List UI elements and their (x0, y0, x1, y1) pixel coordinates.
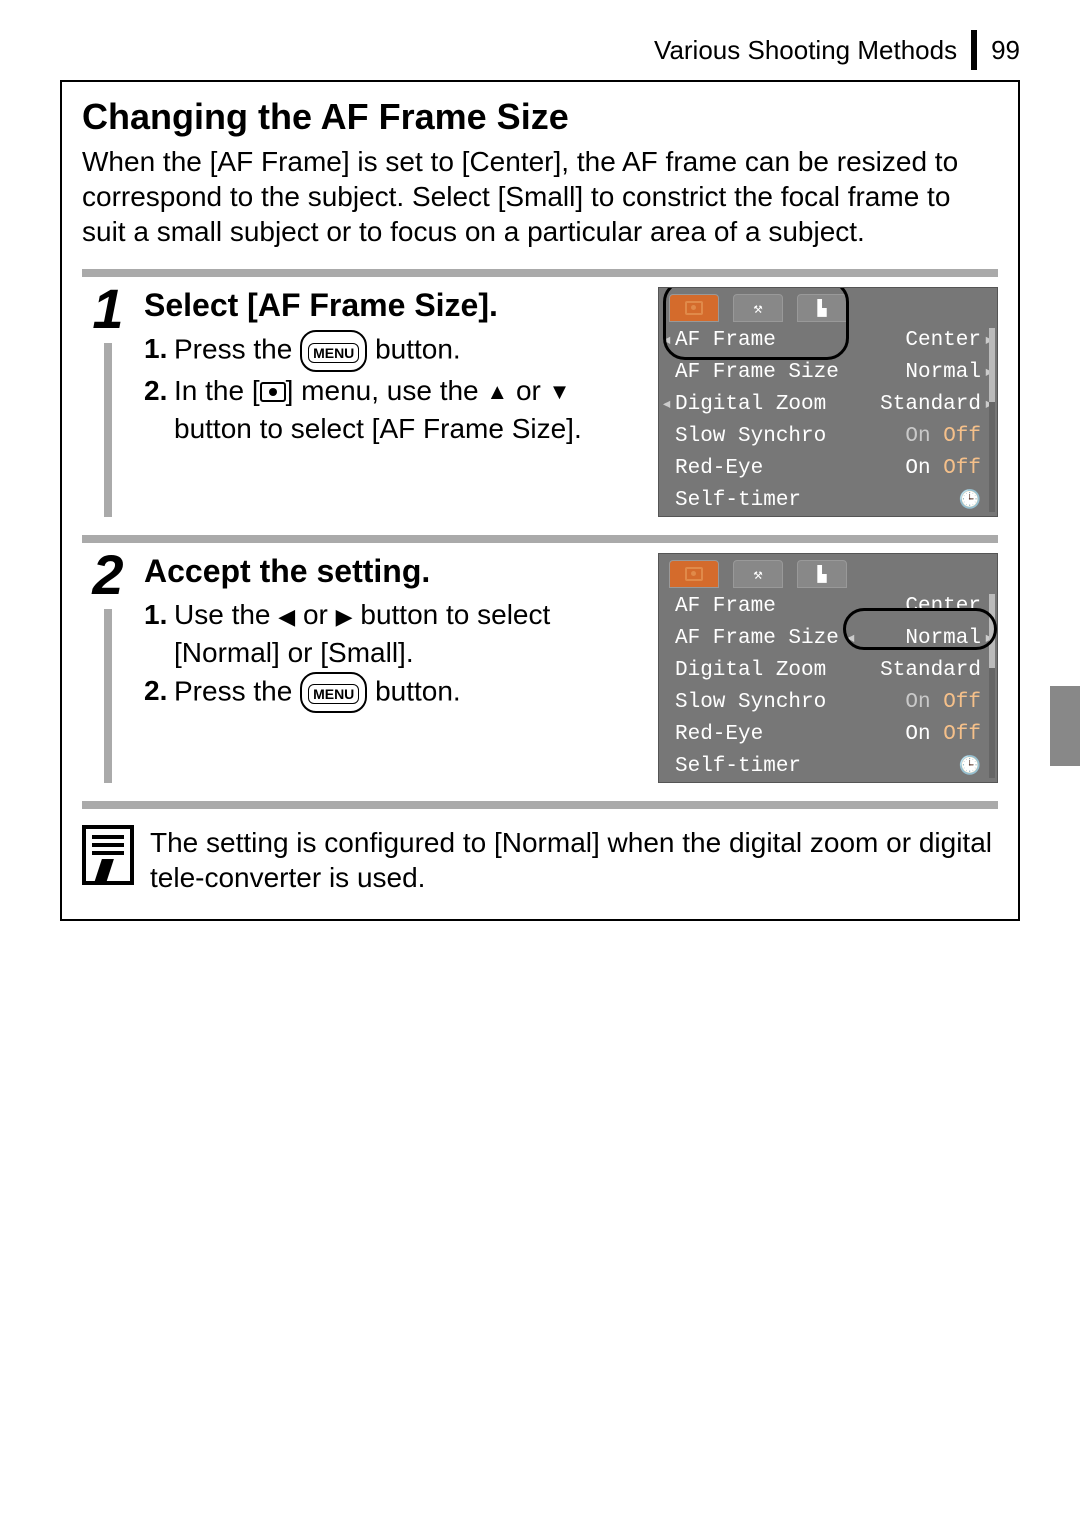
substep-num: 1. (144, 596, 174, 672)
side-thumb-tab (1050, 686, 1080, 766)
substep-num: 1. (144, 330, 174, 372)
rec-small-icon (685, 301, 703, 315)
rec-small-icon (685, 567, 703, 581)
substep-text: Press the MENU button. (174, 330, 644, 372)
substep-text: Press the MENU button. (174, 672, 644, 714)
step-body: Select [AF Frame Size]. 1. Press the MEN… (144, 287, 998, 517)
cam-row: Slow SynchroOn Off (659, 686, 997, 718)
step-body: Accept the setting. 1. Use the ◀ or ▶ bu… (144, 553, 998, 783)
intro-text: When the [AF Frame] is set to [Center], … (82, 144, 998, 249)
cam-tabs: ⚒ ▙ (659, 288, 997, 324)
manual-page: Various Shooting Methods 99 Changing the… (0, 0, 1080, 981)
cam-rows: AF FrameCenter AF Frame Size◀Normal▶ Dig… (659, 590, 997, 782)
cam-tab-person: ▙ (797, 560, 847, 588)
cam-row: Slow SynchroOn Off (659, 420, 997, 452)
note-row: The setting is configured to [Normal] wh… (82, 825, 998, 895)
cam-row: ◀Digital ZoomStandard▶ (659, 388, 997, 420)
note-text: The setting is configured to [Normal] wh… (150, 825, 998, 895)
camera-menu-screenshot-2: ⚒ ▙ AF FrameCenter AF Frame Size◀Normal▶… (658, 553, 998, 783)
step-number: 2 (92, 547, 123, 603)
substep: 2. In the [] menu, use the ▲ or ▼ button… (144, 372, 644, 448)
steps-list: 1 Select [AF Frame Size]. 1. Press the M… (82, 269, 998, 809)
substeps: 1. Press the MENU button. 2. (144, 330, 644, 447)
cam-row: Self-timer🕒 (659, 750, 997, 782)
substep-num: 2. (144, 672, 174, 714)
substeps: 1. Use the ◀ or ▶ button to select [Norm… (144, 596, 644, 713)
cam-row: Red-EyeOn Off (659, 452, 997, 484)
cam-tab-tools: ⚒ (733, 560, 783, 588)
cam-rows: ◀AF FrameCenter▶ AF Frame SizeNormal▶ ◀D… (659, 324, 997, 516)
header-divider (971, 30, 977, 70)
step-number: 1 (92, 281, 123, 337)
step-bar (104, 609, 112, 783)
menu-button-icon: MENU (300, 672, 367, 714)
cam-row: Self-timer🕒 (659, 484, 997, 516)
step-1: 1 Select [AF Frame Size]. 1. Press the M… (82, 277, 998, 543)
cam-row: AF Frame SizeNormal▶ (659, 356, 997, 388)
step-title: Accept the setting. (144, 553, 644, 590)
timer-icon: 🕒 (959, 755, 981, 777)
content-box: Changing the AF Frame Size When the [AF … (60, 80, 1020, 921)
page-header: Various Shooting Methods 99 (60, 30, 1020, 70)
substep-num: 2. (144, 372, 174, 448)
page-number: 99 (991, 35, 1020, 66)
cam-row: ◀AF FrameCenter▶ (659, 324, 997, 356)
page-title: Changing the AF Frame Size (82, 96, 998, 138)
note-icon (82, 825, 134, 885)
substep: 2. Press the MENU button. (144, 672, 644, 714)
cam-scrollbar (989, 594, 995, 778)
substep-text: In the [] menu, use the ▲ or ▼ button to… (174, 372, 644, 448)
substep: 1. Use the ◀ or ▶ button to select [Norm… (144, 596, 644, 672)
step-number-col: 2 (82, 553, 134, 783)
cam-row: Red-EyeOn Off (659, 718, 997, 750)
step-2: 2 Accept the setting. 1. Use the ◀ or ▶ … (82, 543, 998, 809)
cam-tabs: ⚒ ▙ (659, 554, 997, 590)
step-text: Select [AF Frame Size]. 1. Press the MEN… (144, 287, 644, 517)
section-title: Various Shooting Methods (654, 35, 957, 66)
substep-text: Use the ◀ or ▶ button to select [Normal]… (174, 596, 644, 672)
cam-row: Digital ZoomStandard (659, 654, 997, 686)
timer-icon: 🕒 (959, 489, 981, 511)
step-number-col: 1 (82, 287, 134, 517)
cam-tab-person: ▙ (797, 294, 847, 322)
cam-row: AF Frame Size◀Normal▶ (659, 622, 997, 654)
step-text: Accept the setting. 1. Use the ◀ or ▶ bu… (144, 553, 644, 783)
cam-scrollbar (989, 328, 995, 512)
cam-tab-tools: ⚒ (733, 294, 783, 322)
cam-tab-rec (669, 294, 719, 322)
step-bar (104, 343, 112, 517)
step-title: Select [AF Frame Size]. (144, 287, 644, 324)
cam-row: AF FrameCenter (659, 590, 997, 622)
menu-button-icon: MENU (300, 330, 367, 372)
camera-menu-screenshot-1: ⚒ ▙ ◀AF FrameCenter▶ AF Frame SizeNormal… (658, 287, 998, 517)
substep: 1. Press the MENU button. (144, 330, 644, 372)
cam-tab-rec (669, 560, 719, 588)
rec-menu-icon (260, 382, 286, 402)
